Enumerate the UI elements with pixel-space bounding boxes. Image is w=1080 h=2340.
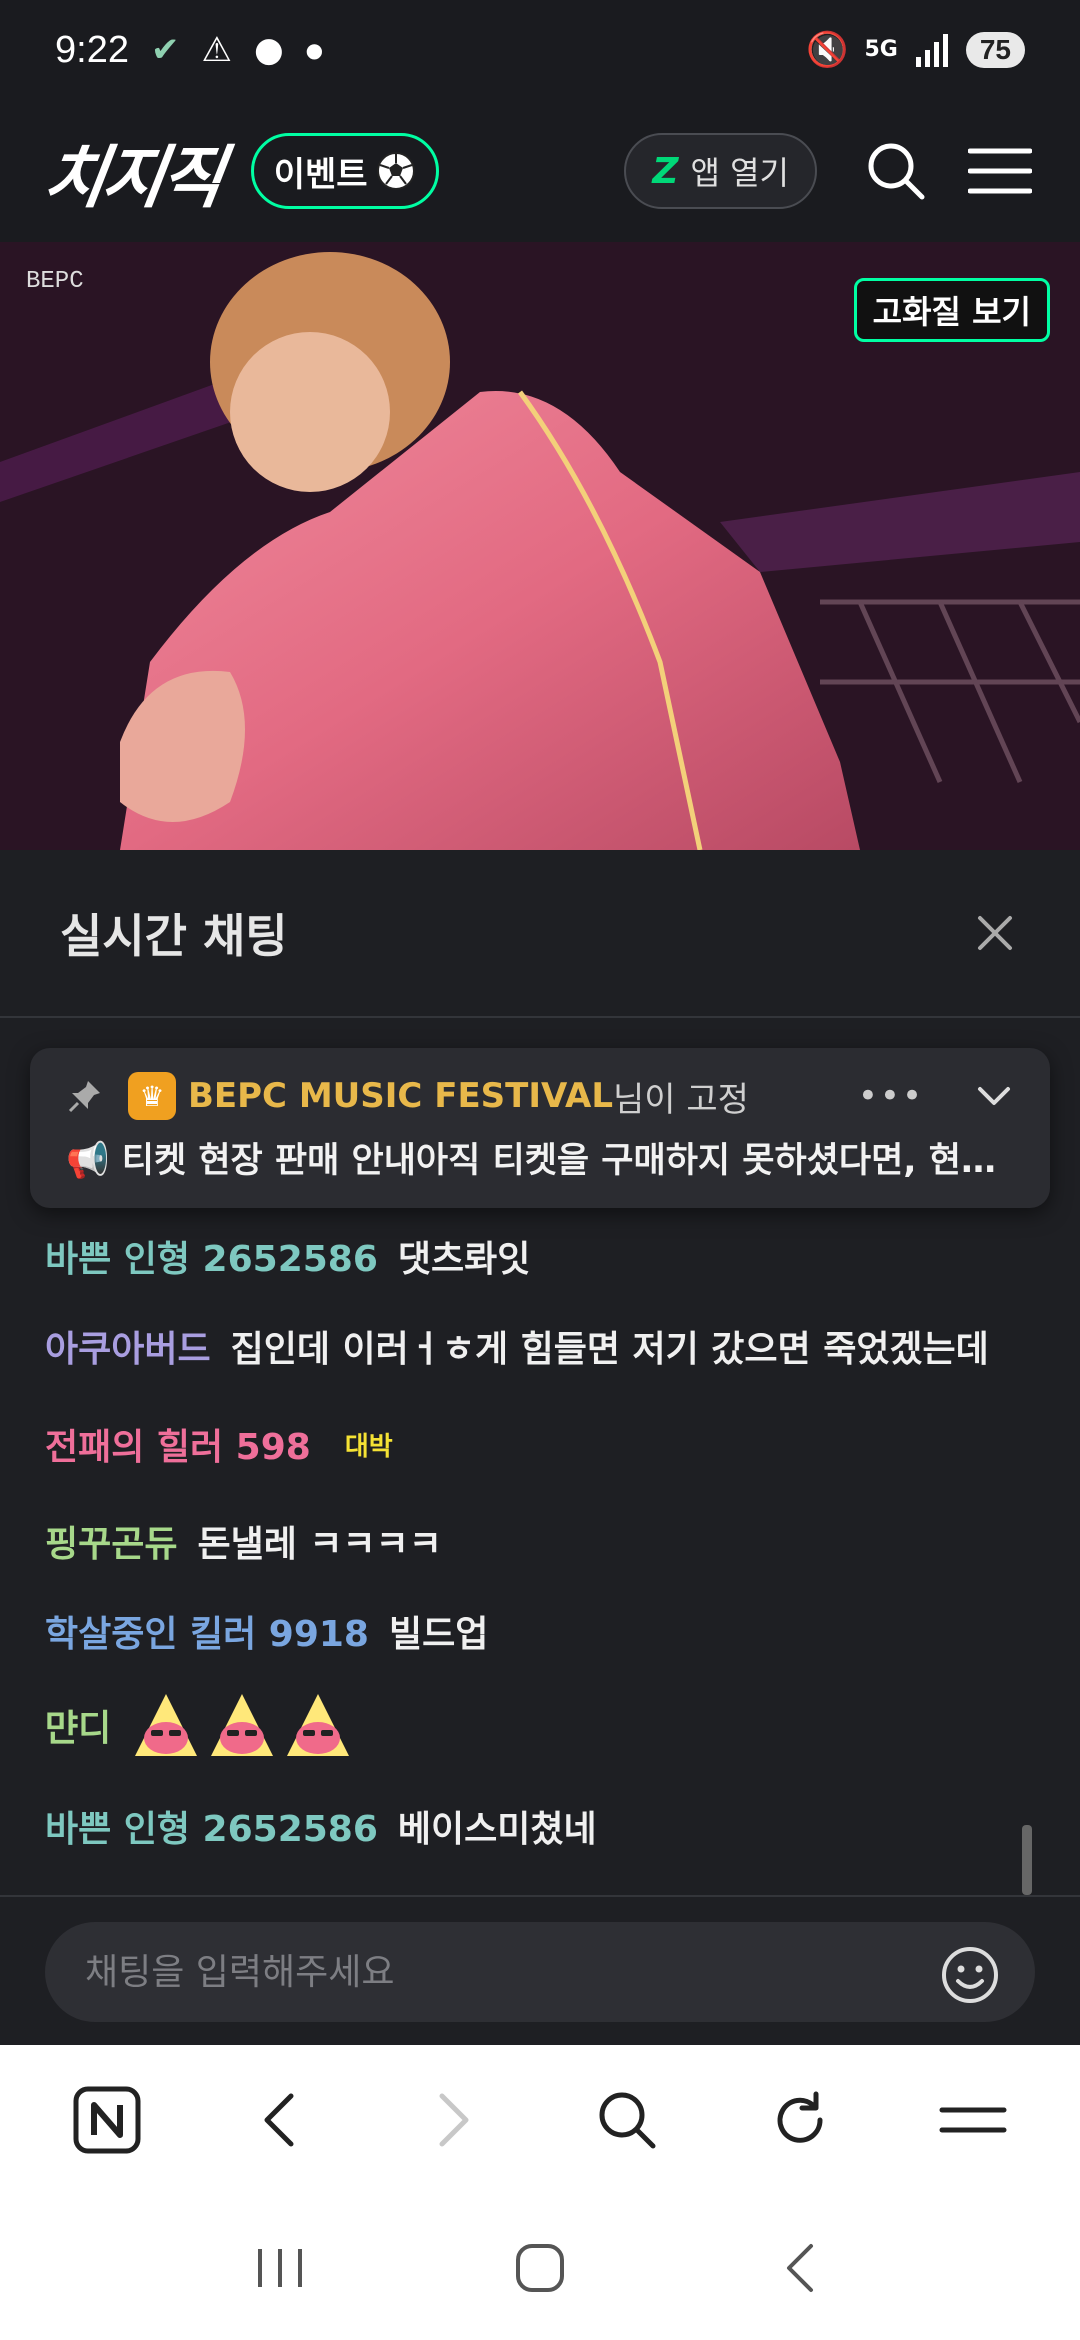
chat-message: 바쁜 인형 2652586 댓츠롸잇 <box>45 1230 530 1282</box>
pinned-notice[interactable]: ♛ BEPC MUSIC FESTIVAL 님이 고정 ••• 📢 티켓 현장 … <box>30 1048 1050 1208</box>
status-left: 9:22 ✔ ⚠ ● ● <box>55 29 323 72</box>
recent-apps-icon <box>258 2248 302 2287</box>
status-bar: 9:22 ✔ ⚠ ● ● 🔇 5G 75 <box>0 0 1080 100</box>
chzzk-logo[interactable]: 치지직 <box>38 122 228 221</box>
pinned-more-button[interactable]: ••• <box>858 1076 924 1116</box>
chat-message: 아쿠아버드 집인데 이러ㅓㅎ게 힘들면 저기 갔으면 죽었겠는데 <box>45 1320 989 1372</box>
chat-nick[interactable]: 바쁜 인형 2652586 <box>45 1230 378 1282</box>
chat-input[interactable] <box>45 1922 1035 2022</box>
chzzk-z-icon: Z <box>652 150 679 192</box>
sunglasses-emote-icon <box>287 1694 350 1756</box>
event-label: 이벤트 <box>273 154 368 195</box>
vpn-icon: ✔ <box>150 30 180 70</box>
chat-message: 바쁜 인형 2652586 베이스미쳤네 <box>45 1800 597 1852</box>
chat-nick[interactable]: 먄디 <box>45 1699 111 1751</box>
chat-input-area <box>0 1895 1080 2045</box>
open-app-label: 앱 열기 <box>690 154 790 192</box>
chat-message: 먄디 <box>45 1690 359 1760</box>
chat-message: 핑꾸곤듀 돈낼레 ㅋㅋㅋㅋ <box>45 1515 442 1567</box>
search-icon <box>599 2092 656 2149</box>
naver-home-button[interactable] <box>67 2080 147 2160</box>
browser-menu-button[interactable] <box>933 2080 1013 2160</box>
signal-icon <box>915 34 948 67</box>
crown-icon: ♛ <box>128 1072 176 1120</box>
video-watermark: BEPC <box>26 268 84 295</box>
emoji-icon[interactable] <box>940 1945 1000 2005</box>
mute-icon: 🔇 <box>806 30 849 70</box>
close-icon <box>978 916 1012 950</box>
teams-icon: ● <box>253 30 284 70</box>
browser-search-button[interactable] <box>587 2080 667 2160</box>
header-search-button[interactable] <box>861 136 931 206</box>
chat-header: 실시간 채팅 <box>0 850 1080 1018</box>
menu-icon <box>939 2107 1007 2133</box>
chat-nick[interactable]: 학살중인 킬러 9918 <box>45 1605 369 1657</box>
browser-forward-button[interactable] <box>413 2080 493 2160</box>
search-icon <box>868 143 925 200</box>
hamburger-menu-icon <box>968 148 1032 194</box>
chat-text: 대박 <box>344 1431 393 1462</box>
pinned-message: 📢 티켓 현장 판매 안내아직 티켓을 구매하지 못하셨다면, 현장 구매도 가… <box>66 1141 1016 1181</box>
site-header: 치지직 이벤트 Z 앱 열기 <box>0 100 1080 242</box>
open-app-button[interactable]: Z 앱 열기 <box>624 133 817 209</box>
browser-refresh-button[interactable] <box>760 2080 840 2160</box>
sunglasses-emote-icon <box>135 1694 198 1756</box>
chat-message: 학살중인 킬러 9918 빌드업 <box>45 1605 488 1657</box>
browser-back-button[interactable] <box>240 2080 320 2160</box>
chat-text: 빌드업 <box>388 1614 489 1655</box>
back-icon <box>264 2093 294 2147</box>
recent-apps-button[interactable] <box>240 2228 320 2308</box>
status-right: 🔇 5G 75 <box>806 32 1025 68</box>
network-label: 5G <box>864 37 898 62</box>
system-nav-bar <box>0 2195 1080 2340</box>
sunglasses-emote-icon <box>211 1694 274 1756</box>
event-button[interactable]: 이벤트 <box>250 133 439 209</box>
soccer-ball-icon <box>376 152 415 190</box>
chat-scrollbar[interactable] <box>1022 1825 1032 1895</box>
pinned-header: ♛ BEPC MUSIC FESTIVAL 님이 고정 ••• <box>66 1068 1014 1124</box>
forward-icon <box>439 2093 469 2147</box>
chevron-down-icon[interactable] <box>974 1081 1014 1111</box>
chat-nick[interactable]: 핑꾸곤듀 <box>45 1515 177 1567</box>
back-icon <box>787 2243 813 2292</box>
video-player[interactable]: BEPC 고화질 보기 <box>0 242 1080 850</box>
chat-text: 베이스미쳤네 <box>397 1809 597 1850</box>
dot-icon: ● <box>305 38 324 62</box>
chat-nick[interactable]: 바쁜 인형 2652586 <box>45 1800 378 1852</box>
system-back-button[interactable] <box>760 2228 840 2308</box>
high-quality-button[interactable]: 고화질 보기 <box>853 278 1050 342</box>
refresh-icon <box>777 2091 823 2143</box>
chat-text: 집인데 이러ㅓㅎ게 힘들면 저기 갔으면 죽었겠는데 <box>230 1329 989 1370</box>
pinned-suffix: 님이 고정 <box>612 1079 749 1120</box>
chat-nick[interactable]: 전패의 힐러 598 <box>45 1418 311 1470</box>
chat-title: 실시간 채팅 <box>60 909 288 963</box>
naver-home-icon <box>73 2086 141 2154</box>
home-icon <box>516 2243 564 2292</box>
battery-indicator: 75 <box>965 32 1025 68</box>
pinned-channel-name: BEPC MUSIC FESTIVAL <box>188 1076 613 1116</box>
status-time: 9:22 <box>55 28 129 71</box>
chat-text: 댓츠롸잇 <box>397 1239 531 1280</box>
chat-text: 돈낼레 ㅋㅋㅋㅋ <box>197 1524 442 1565</box>
chat-message: 전패의 힐러 598 대박 <box>45 1418 393 1470</box>
warning-icon: ⚠ <box>201 30 232 70</box>
browser-toolbar <box>0 2045 1080 2195</box>
header-menu-button[interactable] <box>965 136 1035 206</box>
pin-icon <box>68 1081 100 1113</box>
chat-nick[interactable]: 아쿠아버드 <box>45 1320 211 1372</box>
home-button[interactable] <box>500 2228 580 2308</box>
chat-close-button[interactable] <box>970 908 1020 958</box>
